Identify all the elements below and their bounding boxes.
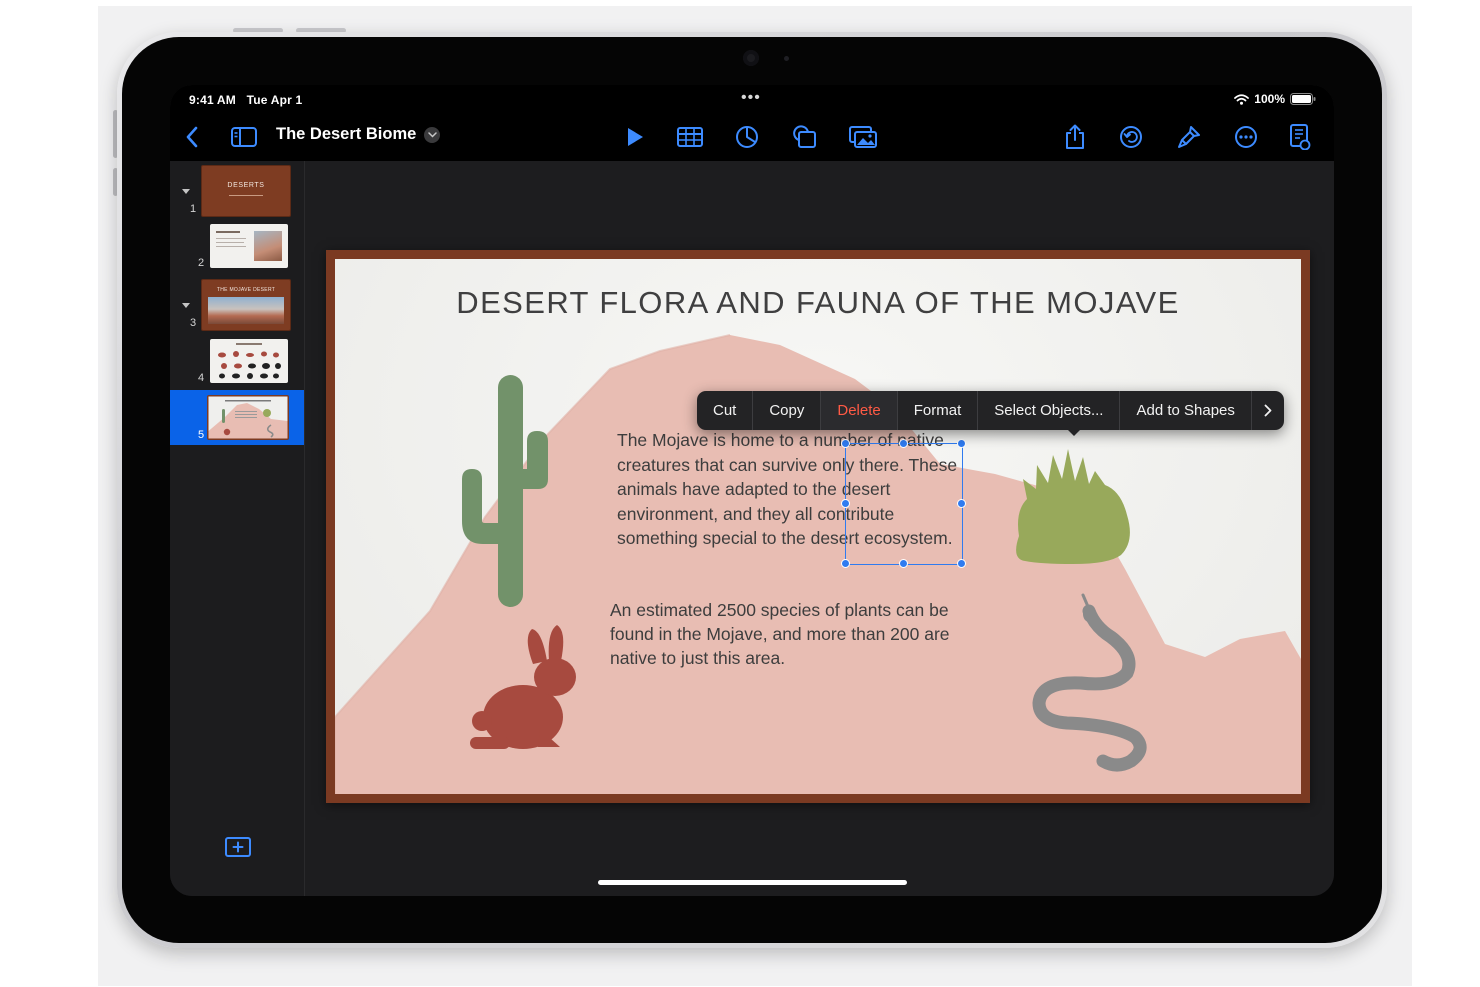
thumbnail-text-line bbox=[216, 242, 244, 243]
slide-number: 1 bbox=[190, 203, 197, 215]
slide: DESERT FLORA AND FAUNA OF THE MOJAVE The… bbox=[335, 259, 1301, 794]
slide-thumbnail-4[interactable]: 4 bbox=[170, 338, 304, 386]
thumbnail-text-line bbox=[216, 246, 246, 247]
menu-cut[interactable]: Cut bbox=[697, 391, 752, 430]
thumbnail-photo bbox=[254, 231, 282, 261]
thumbnail-image bbox=[210, 339, 288, 383]
battery-percent: 100% bbox=[1254, 92, 1285, 106]
resize-handle[interactable] bbox=[841, 559, 850, 568]
slide-thumbnail-2[interactable]: 2 bbox=[170, 223, 304, 271]
thumbnail-text-line bbox=[216, 238, 246, 239]
agave-shape[interactable] bbox=[1016, 449, 1130, 564]
slide-number: 4 bbox=[198, 372, 205, 384]
slide-title[interactable]: DESERT FLORA AND FAUNA OF THE MOJAVE bbox=[335, 285, 1301, 321]
add-slide-icon[interactable] bbox=[224, 836, 252, 858]
document-title[interactable]: The Desert Biome bbox=[276, 125, 416, 144]
thumbnail-label: THE MOJAVE DESERT bbox=[216, 287, 276, 293]
slide-thumbnail-3[interactable]: THE MOJAVE DESERT 3 bbox=[170, 279, 304, 331]
front-camera bbox=[743, 50, 759, 66]
menu-delete[interactable]: Delete bbox=[820, 391, 897, 430]
context-menu-pointer bbox=[1067, 429, 1081, 436]
title-chevron-icon[interactable] bbox=[424, 126, 441, 143]
slide-canvas: DESERT FLORA AND FAUNA OF THE MOJAVE The… bbox=[305, 161, 1334, 896]
resize-handle[interactable] bbox=[899, 559, 908, 568]
thumbnail-animals bbox=[218, 343, 281, 379]
toolbar: The Desert Biome bbox=[170, 113, 1334, 162]
slide-thumbnail-1[interactable]: DESERTS 1 bbox=[170, 165, 304, 217]
resize-handle[interactable] bbox=[957, 499, 966, 508]
format-brush-icon[interactable] bbox=[1175, 123, 1203, 151]
slide-number: 5 bbox=[198, 429, 205, 441]
share-icon[interactable] bbox=[1061, 123, 1089, 151]
thumbnail-image bbox=[207, 395, 289, 440]
thumbnail-text-line bbox=[216, 231, 240, 233]
slide-navigator: DESERTS 1 2 THE MOJAVE DESERT 3 4 5 bbox=[170, 161, 305, 896]
menu-copy[interactable]: Copy bbox=[752, 391, 820, 430]
media-icon[interactable] bbox=[849, 123, 877, 151]
context-menu: Cut Copy Delete Format Select Objects...… bbox=[697, 391, 1284, 430]
menu-add-to-shapes[interactable]: Add to Shapes bbox=[1119, 391, 1250, 430]
table-icon[interactable] bbox=[676, 123, 704, 151]
menu-select-objects[interactable]: Select Objects... bbox=[977, 391, 1119, 430]
undo-icon[interactable] bbox=[1117, 123, 1145, 151]
thumbnail-slide-preview bbox=[208, 396, 288, 439]
selection-box[interactable] bbox=[841, 439, 966, 568]
shape-icon[interactable] bbox=[790, 123, 818, 151]
slide-thumbnail-5[interactable]: 5 bbox=[170, 390, 304, 445]
status-time: 9:41 AM Tue Apr 1 bbox=[189, 93, 303, 107]
thumbnail-image: DESERTS bbox=[201, 165, 291, 217]
disclosure-triangle-icon[interactable] bbox=[182, 189, 190, 194]
resize-handle[interactable] bbox=[957, 439, 966, 448]
chevron-right-icon[interactable] bbox=[1250, 391, 1284, 430]
slide-body-text-2[interactable]: An estimated 2500 species of plants can … bbox=[610, 599, 985, 670]
home-indicator[interactable] bbox=[598, 880, 907, 885]
ambient-sensor bbox=[784, 56, 789, 61]
thumbnail-image: THE MOJAVE DESERT bbox=[201, 279, 291, 331]
resize-handle[interactable] bbox=[841, 439, 850, 448]
chart-icon[interactable] bbox=[733, 123, 761, 151]
play-icon[interactable] bbox=[621, 123, 649, 151]
resize-handle[interactable] bbox=[841, 499, 850, 508]
resize-handle[interactable] bbox=[899, 439, 908, 448]
slide-number: 3 bbox=[190, 317, 197, 329]
resize-handle[interactable] bbox=[957, 559, 966, 568]
thumbnail-divider bbox=[229, 195, 263, 196]
back-chevron-icon[interactable] bbox=[178, 123, 206, 151]
thumbnail-photo bbox=[208, 297, 284, 324]
multitasking-dots[interactable]: ••• bbox=[741, 89, 761, 107]
status-date: Tue Apr 1 bbox=[246, 93, 303, 107]
thumbnail-label: DESERTS bbox=[227, 182, 265, 189]
status-bar: 9:41 AM Tue Apr 1 ••• 100% bbox=[170, 85, 1334, 113]
document-title-area[interactable]: The Desert Biome bbox=[276, 125, 441, 144]
menu-format[interactable]: Format bbox=[896, 391, 978, 430]
wifi-icon bbox=[1234, 93, 1250, 105]
battery-icon bbox=[1290, 93, 1316, 105]
disclosure-triangle-icon[interactable] bbox=[182, 303, 190, 308]
status-right: 100% bbox=[1234, 92, 1316, 106]
thumbnail-image bbox=[210, 224, 288, 268]
slide-frame: DESERT FLORA AND FAUNA OF THE MOJAVE The… bbox=[326, 250, 1310, 803]
sidebar-icon[interactable] bbox=[230, 123, 258, 151]
presenter-notes-icon[interactable] bbox=[1286, 123, 1314, 151]
slide-number: 2 bbox=[198, 257, 205, 269]
screen: 9:41 AM Tue Apr 1 ••• 100% The Desert Bi… bbox=[170, 85, 1334, 896]
more-icon[interactable] bbox=[1232, 123, 1260, 151]
